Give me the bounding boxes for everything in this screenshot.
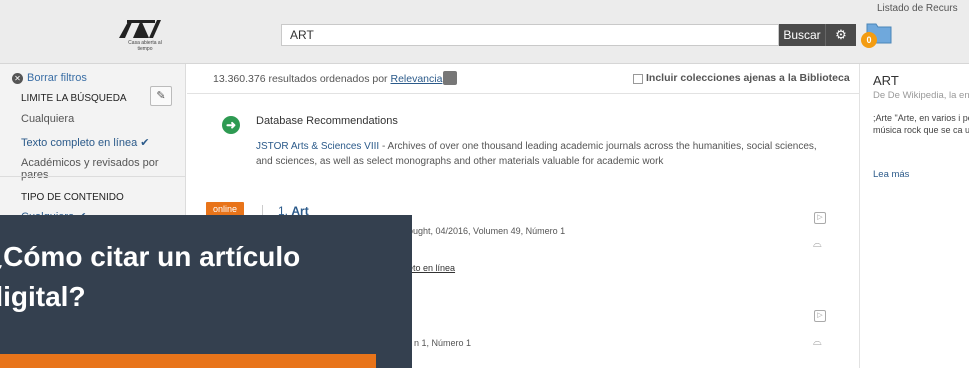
check-icon: ✔	[140, 137, 150, 149]
db-recommendations-title: Database Recommendations	[256, 115, 398, 127]
wiki-title: ART	[873, 73, 899, 88]
overlay-line-2: digital?	[0, 281, 86, 312]
filter-fulltext-label: Texto completo en línea	[21, 137, 138, 149]
result-meta: ought, 04/2016, Volumen 49, Número 1	[408, 226, 566, 236]
fulltext-link[interactable]: eto en línea	[408, 263, 455, 273]
resource-list-link[interactable]: Listado de Recurs	[877, 3, 958, 14]
link-icon[interactable]: ⌓	[813, 238, 822, 251]
limit-search-heading: LIMITE LA BÚSQUEDA	[21, 93, 127, 104]
search-settings-button[interactable]: ⚙	[826, 24, 856, 46]
clear-filters-label: Borrar filtros	[27, 72, 87, 84]
read-more-link[interactable]: Lea más	[873, 169, 909, 180]
sort-dropdown[interactable]: Relevancia	[390, 73, 442, 85]
search-input[interactable]: ART	[281, 24, 779, 46]
include-collections-label[interactable]: Incluir colecciones ajenas a la Bibliote…	[646, 72, 850, 84]
overlay-heading: ¿Cómo citar un artículo digital?	[0, 237, 300, 317]
preview-icon[interactable]: ▷	[814, 212, 826, 224]
overlay-accent-bar	[0, 354, 376, 368]
arrow-right-icon: ➜	[222, 116, 240, 134]
clear-filters-link[interactable]: ✕ Borrar filtros	[12, 72, 87, 84]
filter-fulltext-online[interactable]: Texto completo en línea ✔	[21, 136, 149, 149]
filter-peer-reviewed[interactable]: Académicos y revisados por pares	[21, 157, 185, 181]
search-button[interactable]: Buscar	[779, 24, 826, 46]
preview-icon[interactable]: ▷	[814, 310, 826, 322]
gear-icon: ⚙	[835, 27, 847, 42]
link-icon[interactable]: ⌓	[813, 336, 822, 349]
clear-icon: ✕	[12, 72, 23, 84]
content-type-heading: TIPO DE CONTENIDO	[21, 192, 124, 203]
logo-caption: Casa abierta al tiempo	[128, 40, 162, 52]
wiki-excerpt: ;Arte "Arte, en varios i popular a parti…	[873, 113, 969, 135]
results-count-text: 13.360.376 resultados ordenados por	[213, 73, 388, 85]
overlay-line-1: ¿Cómo citar un artículo	[0, 241, 301, 272]
filter-any[interactable]: Cualquiera	[21, 113, 74, 125]
wiki-subtitle: De De Wikipedia, la en	[873, 90, 969, 101]
top-header: Casa abierta al tiempo Listado de Recurs…	[0, 0, 969, 64]
online-badge: online	[206, 202, 244, 216]
promo-overlay[interactable]: ¿Cómo citar un artículo digital?	[0, 215, 412, 368]
result-meta: n 1, Número 1	[414, 338, 472, 348]
jstor-link[interactable]: JSTOR Arts & Sciences VIII	[256, 141, 379, 152]
db-recommendation-text: JSTOR Arts & Sciences VIII - Archives of…	[256, 139, 836, 169]
rss-icon[interactable]	[443, 71, 457, 85]
pencil-icon: ✎	[156, 90, 166, 102]
sidebar-divider	[0, 176, 186, 177]
edit-limits-button[interactable]: ✎	[150, 86, 172, 106]
results-count: 13.360.376 resultados ordenados por Rele…	[213, 73, 451, 85]
results-bar: 13.360.376 resultados ordenados por Rele…	[187, 64, 859, 94]
folder-count-badge: 0	[861, 32, 877, 48]
include-collections-checkbox[interactable]	[633, 74, 643, 84]
wikipedia-pane: ART De De Wikipedia, la en ;Arte "Arte, …	[859, 64, 969, 368]
